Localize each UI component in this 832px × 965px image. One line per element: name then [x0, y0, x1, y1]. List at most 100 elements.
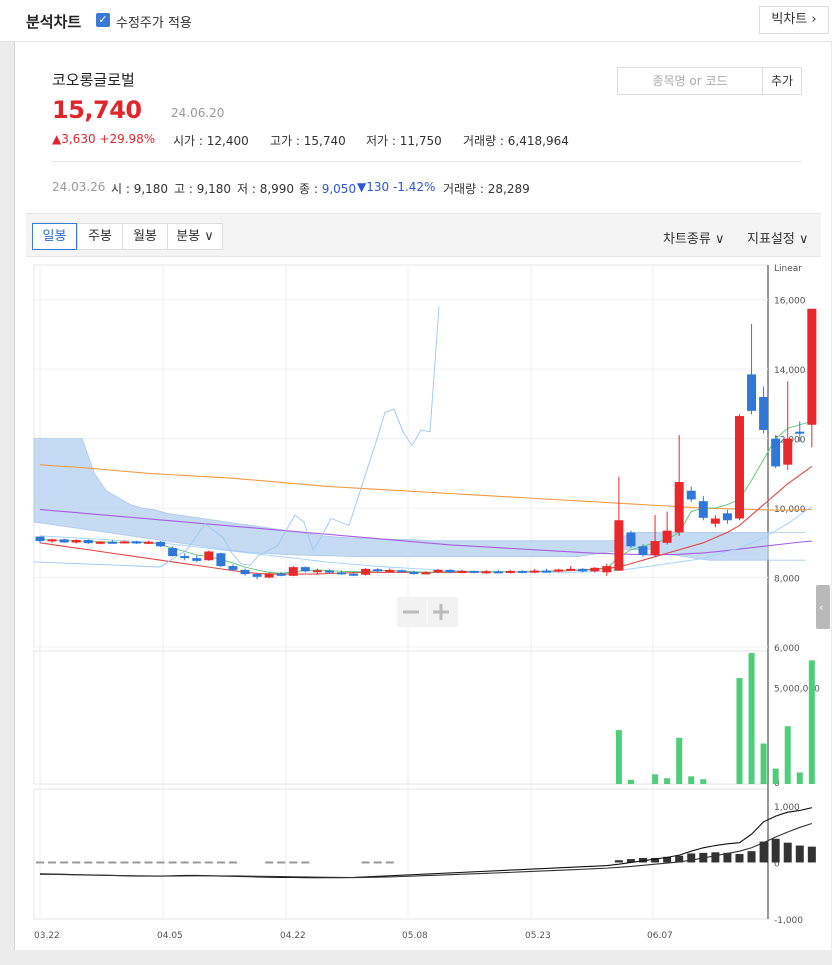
macd-tick-label: -1,000: [774, 916, 803, 926]
oscillator-bar: [60, 861, 69, 864]
oscillator-bar: [301, 861, 310, 864]
candle-body: [747, 374, 757, 411]
candle-body: [542, 570, 552, 573]
candle-body: [216, 553, 226, 567]
candle-body: [614, 520, 624, 571]
oscillator-bar: [289, 861, 298, 864]
candle-body: [795, 431, 805, 434]
candle-body: [312, 570, 322, 573]
candle-body: [529, 570, 539, 573]
volume-bar: [652, 774, 659, 784]
x-tick-label: 03.22: [34, 931, 60, 941]
volume-bar: [627, 779, 634, 784]
candle-body: [397, 570, 407, 573]
chevron-left-icon: ‹: [819, 601, 823, 614]
oscillator-bar: [120, 861, 129, 864]
price-tick-label: 6,000: [774, 644, 800, 654]
candle-body: [566, 568, 576, 571]
volume-bar: [676, 737, 683, 784]
scale-label: Linear: [774, 264, 802, 274]
candle-body: [722, 513, 732, 521]
candle-body: [252, 574, 262, 577]
candle-body: [324, 570, 334, 573]
candle-body: [710, 518, 720, 524]
candle-body: [192, 558, 202, 561]
price-tick-label: 14,000: [774, 366, 806, 376]
candle-body: [131, 541, 141, 544]
oscillator-bar: [108, 861, 117, 864]
oscillator-bar: [96, 861, 105, 864]
oscillator-bar: [144, 861, 153, 864]
candle-body: [481, 571, 491, 574]
candle-body: [469, 570, 479, 573]
oscillator-bar: [614, 860, 623, 863]
candle-body: [47, 539, 57, 542]
volume-bar: [796, 772, 803, 784]
candle-body: [276, 573, 286, 576]
candle-body: [144, 541, 154, 544]
volume-bar: [736, 678, 743, 784]
candle-body: [180, 556, 190, 559]
oscillator-bar: [156, 861, 165, 864]
candle-body: [240, 569, 250, 575]
volume-bar: [772, 768, 779, 784]
oscillator-bar: [277, 861, 286, 864]
oscillator-bar: [132, 861, 141, 864]
oscillator-bar: [747, 851, 756, 863]
volume-bar: [688, 776, 695, 784]
volume-bar: [700, 779, 707, 784]
stock-chart[interactable]: 16,00014,00012,00010,0008,0006,000Linear…: [0, 0, 832, 965]
oscillator-bar: [807, 846, 816, 863]
candle-body: [228, 566, 238, 570]
oscillator-bar: [180, 861, 189, 864]
volume-bar: [784, 726, 791, 784]
oscillator-bar: [771, 838, 780, 863]
candle-body: [578, 568, 588, 572]
candle-body: [759, 396, 769, 430]
candle-body: [59, 539, 69, 543]
candle-body: [385, 569, 395, 572]
oscillator-bar: [373, 861, 382, 864]
x-tick-label: 05.08: [402, 931, 428, 941]
candle-body: [349, 573, 359, 576]
candle-body: [590, 567, 600, 572]
candle-body: [119, 541, 129, 544]
oscillator-bar: [36, 861, 44, 864]
candle-body: [626, 532, 636, 547]
oscillator-bar: [385, 861, 394, 864]
oscillator-bar: [783, 842, 792, 863]
candle-body: [674, 482, 684, 533]
oscillator-bar: [361, 861, 370, 864]
candle-body: [156, 541, 166, 547]
candle-body: [807, 308, 817, 425]
oscillator-bar: [216, 861, 225, 864]
candle-body: [204, 551, 214, 561]
oscillator-bar: [795, 845, 804, 863]
candle-body: [686, 490, 696, 500]
candle-body: [638, 546, 648, 555]
candle-body: [95, 541, 105, 544]
candle-body: [35, 536, 45, 542]
candle-body: [602, 566, 612, 573]
oscillator-bar: [84, 861, 93, 864]
candle-body: [662, 530, 672, 543]
volume-bar: [760, 743, 767, 784]
oscillator-bar: [204, 861, 213, 864]
candle-body: [71, 540, 81, 543]
candle-body: [337, 572, 346, 575]
volume-bar: [664, 778, 671, 784]
oscillator-bar: [72, 861, 81, 864]
candle-body: [493, 571, 503, 574]
oscillator-bar: [711, 852, 720, 863]
candle-body: [698, 501, 708, 518]
oscillator-bar: [759, 841, 768, 863]
candle-body: [433, 569, 443, 573]
candle-body: [409, 571, 419, 574]
candle-body: [505, 570, 515, 573]
volume-bar: [615, 730, 622, 784]
x-tick-label: 04.05: [157, 931, 183, 941]
oscillator-bar: [735, 854, 744, 863]
candle-body: [288, 567, 298, 576]
x-tick-label: 04.22: [280, 931, 306, 941]
oscillator-bar: [265, 861, 274, 864]
